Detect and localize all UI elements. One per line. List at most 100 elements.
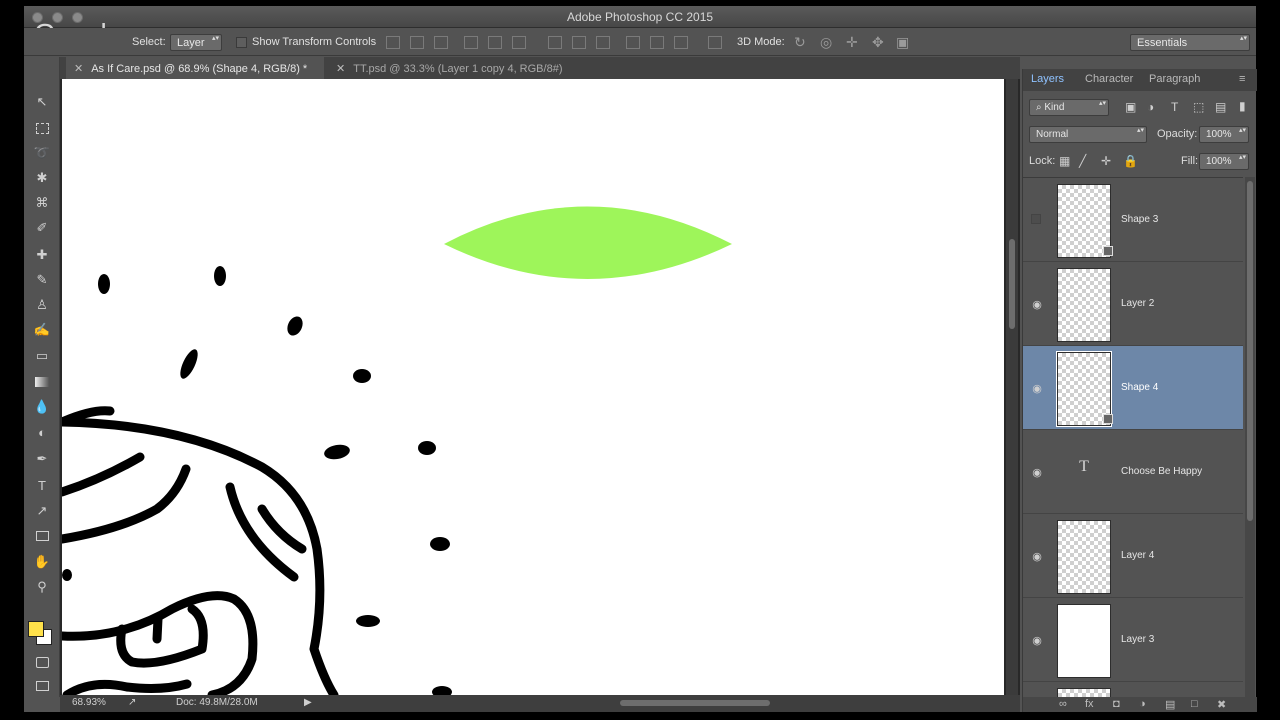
eye-icon[interactable]: ◉ — [1031, 382, 1043, 395]
eye-icon[interactable]: ◉ — [1031, 298, 1043, 311]
workspace-dropdown[interactable]: Essentials — [1130, 34, 1250, 51]
marquee-icon[interactable] — [31, 117, 53, 139]
trash-icon[interactable]: ✖ — [1217, 698, 1226, 711]
distribute-bottom-icon[interactable] — [596, 36, 610, 49]
zoom-icon[interactable]: ⚲ — [31, 576, 53, 598]
lock-pixels-icon[interactable]: ╱ — [1079, 154, 1086, 168]
blend-mode-dropdown[interactable]: Normal — [1029, 126, 1147, 143]
type-icon[interactable]: T — [31, 474, 53, 496]
new-layer-icon[interactable]: □ — [1191, 698, 1198, 710]
canvas-area[interactable] — [60, 79, 1020, 695]
rectangle-icon[interactable] — [31, 525, 53, 547]
horizontal-scroll-thumb[interactable] — [620, 700, 770, 706]
history-brush-icon[interactable]: ✍ — [31, 319, 53, 341]
layer-row-choose-be-happy[interactable]: ◉ T Choose Be Happy — [1023, 430, 1243, 514]
opacity-field[interactable]: 100% — [1199, 126, 1249, 143]
foreground-color-swatch[interactable] — [28, 621, 44, 637]
tab-layers[interactable]: Layers — [1031, 73, 1064, 85]
layer-style-icon[interactable]: fx — [1085, 698, 1094, 710]
new-group-icon[interactable]: ▤ — [1165, 698, 1175, 711]
status-menu-arrow-icon[interactable]: ▶ — [304, 697, 312, 708]
eye-icon[interactable]: ◉ — [1031, 466, 1043, 479]
vertical-scroll-thumb[interactable] — [1009, 239, 1015, 329]
lock-all-icon[interactable]: 🔒 — [1123, 154, 1138, 168]
3d-scale-icon[interactable]: ▣ — [896, 34, 909, 51]
eraser-icon[interactable]: ▭ — [31, 345, 53, 367]
filter-shape-icon[interactable]: ⬚ — [1193, 100, 1204, 114]
layer-filter-dropdown[interactable]: ⌕ Kind — [1029, 99, 1109, 116]
layers-scrollbar[interactable] — [1245, 177, 1255, 697]
brush-icon[interactable]: ✎ — [31, 269, 53, 291]
align-top-icon[interactable] — [386, 36, 400, 49]
auto-select-dropdown[interactable]: Layer — [170, 34, 222, 51]
share-icon[interactable]: ↗ — [128, 697, 136, 708]
3d-rotate-icon[interactable]: ↻ — [794, 34, 806, 51]
layer-row-partial[interactable] — [1023, 682, 1243, 697]
3d-roll-icon[interactable]: ◎ — [820, 34, 832, 51]
tab-tt[interactable]: ✕ TT.psd @ 33.3% (Layer 1 copy 4, RGB/8#) — [328, 57, 588, 79]
dodge-icon[interactable]: ◐ — [31, 421, 53, 443]
3d-pan-icon[interactable]: ✛ — [846, 34, 858, 51]
tab-paragraph[interactable]: Paragraph — [1149, 73, 1200, 85]
close-tab-icon[interactable]: ✕ — [74, 63, 83, 75]
screen-mode-icon[interactable] — [31, 675, 53, 697]
tab-character[interactable]: Character — [1085, 73, 1133, 85]
layer-name[interactable]: Layer 4 — [1121, 550, 1154, 561]
show-transform-controls-checkbox[interactable] — [236, 37, 247, 48]
zoom-level[interactable]: 68.93% — [72, 697, 106, 708]
layer-row-shape-4[interactable]: ◉ Shape 4 — [1023, 346, 1243, 430]
distribute-horizontal-icon[interactable] — [650, 36, 664, 49]
eye-icon[interactable]: ◉ — [1031, 634, 1043, 647]
clone-stamp-icon[interactable]: ♙ — [31, 294, 53, 316]
3d-slide-icon[interactable]: ✥ — [872, 34, 884, 51]
align-left-icon[interactable] — [464, 36, 478, 49]
align-bottom-icon[interactable] — [434, 36, 448, 49]
lasso-icon[interactable]: ➰ — [31, 142, 53, 164]
layer-name[interactable]: Shape 3 — [1121, 214, 1158, 225]
align-vertical-center-icon[interactable] — [410, 36, 424, 49]
lock-position-icon[interactable]: ✛ — [1101, 154, 1111, 168]
pen-icon[interactable]: ✒ — [31, 448, 53, 470]
layer-row-shape-3[interactable]: Shape 3 — [1023, 178, 1243, 262]
link-layers-icon[interactable]: ∞ — [1059, 698, 1067, 710]
layer-name[interactable]: Layer 2 — [1121, 298, 1154, 309]
eyedropper-icon[interactable]: ✐ — [31, 217, 53, 239]
layers-scroll-thumb[interactable] — [1247, 181, 1253, 521]
layer-row-layer-4[interactable]: ◉ Layer 4 — [1023, 514, 1243, 598]
lock-transparent-icon[interactable]: ▦ — [1059, 154, 1070, 168]
layer-row-layer-2[interactable]: ◉ Layer 2 — [1023, 262, 1243, 346]
distribute-top-icon[interactable] — [548, 36, 562, 49]
align-right-icon[interactable] — [512, 36, 526, 49]
layer-name[interactable]: Shape 4 — [1121, 382, 1158, 393]
panel-menu-icon[interactable]: ≡ — [1239, 73, 1245, 85]
gradient-icon[interactable] — [31, 371, 53, 393]
quick-mask-icon[interactable] — [31, 651, 53, 673]
adjustment-layer-icon[interactable]: ◑ — [1139, 698, 1146, 710]
close-tab-icon[interactable]: ✕ — [336, 63, 345, 75]
layer-name[interactable]: Layer 3 — [1121, 634, 1154, 645]
filter-pixel-icon[interactable]: ▣ — [1125, 100, 1136, 114]
fill-field[interactable]: 100% — [1199, 153, 1249, 170]
distribute-center-icon[interactable] — [572, 36, 586, 49]
crop-icon[interactable]: ⌘ — [31, 192, 53, 214]
filter-type-icon[interactable]: T — [1171, 100, 1178, 114]
filter-toggle-icon[interactable]: ▮ — [1239, 99, 1246, 113]
align-horizontal-center-icon[interactable] — [488, 36, 502, 49]
visibility-off-toggle[interactable] — [1031, 214, 1043, 226]
document-canvas[interactable] — [60, 79, 1004, 695]
distribute-left-icon[interactable] — [626, 36, 640, 49]
layer-name[interactable]: Choose Be Happy — [1121, 466, 1202, 477]
move-icon[interactable]: ↖ — [31, 91, 53, 113]
filter-smart-object-icon[interactable]: ▤ — [1215, 100, 1226, 114]
auto-align-icon[interactable] — [708, 36, 722, 49]
filter-adjustment-icon[interactable]: ◑ — [1147, 100, 1154, 114]
eye-icon[interactable]: ◉ — [1031, 550, 1043, 563]
hand-icon[interactable]: ✋ — [31, 551, 53, 573]
layer-row-layer-3[interactable]: ◉ Layer 3 — [1023, 598, 1243, 682]
distribute-right-icon[interactable] — [674, 36, 688, 49]
tab-as-if-care[interactable]: ✕ As If Care.psd @ 68.9% (Shape 4, RGB/8)… — [66, 57, 324, 79]
vertical-scrollbar[interactable] — [1006, 79, 1018, 695]
healing-brush-icon[interactable]: ✚ — [31, 244, 53, 266]
add-mask-icon[interactable]: ◘ — [1113, 698, 1120, 710]
blur-icon[interactable]: 💧 — [31, 396, 53, 418]
